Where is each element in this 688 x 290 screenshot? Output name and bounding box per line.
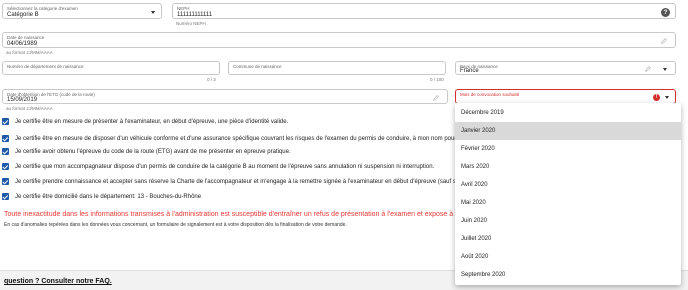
- caret-down-icon[interactable]: [663, 67, 667, 71]
- month-option[interactable]: Avril 2020: [455, 176, 681, 194]
- month-option[interactable]: Mars 2020: [455, 158, 681, 176]
- exam-category-label: Sélectionnez la catégorie d'examen: [7, 6, 78, 11]
- month-option[interactable]: Septembre 2020: [455, 266, 681, 284]
- caret-down-icon[interactable]: [151, 11, 155, 14]
- birth-place-select[interactable]: Pays de naissance France: [455, 61, 676, 75]
- checkbox[interactable]: [2, 148, 9, 155]
- birth-department-label: Numéro de département de naissance: [7, 64, 84, 69]
- birth-date-field[interactable]: Date de naissance 04/06/1989: [2, 32, 676, 48]
- certification-text: Je certifie être en mesure de disposer d…: [15, 135, 477, 142]
- month-option[interactable]: Juillet 2020: [455, 230, 681, 248]
- month-option[interactable]: Janvier 2020: [455, 122, 681, 140]
- checkbox[interactable]: [2, 135, 9, 142]
- neph-helper: Numéro NEPH: [176, 21, 206, 26]
- exam-category-select[interactable]: Sélectionnez la catégorie d'examen Catég…: [2, 3, 162, 19]
- exam-category-value: Catégorie B: [7, 12, 39, 18]
- neph-label: NEPH: [177, 6, 190, 11]
- error-icon: !: [653, 93, 660, 101]
- birth-department-field[interactable]: Numéro de département de naissance: [2, 61, 220, 75]
- month-option[interactable]: Février 2020: [455, 140, 681, 158]
- help-icon[interactable]: ?: [661, 7, 670, 17]
- convocation-month-label: Mois de convocation souhaité: [460, 92, 520, 97]
- pencil-icon: [645, 66, 651, 72]
- certification-row[interactable]: Je certifie être en mesure de présenter …: [2, 117, 288, 126]
- birth-commune-counter: 0 / 100: [430, 77, 444, 82]
- convocation-month-select[interactable]: Mois de convocation souhaité !: [455, 89, 676, 104]
- certification-row[interactable]: Je certifie que mon accompagnateur dispo…: [2, 162, 434, 171]
- birth-commune-field[interactable]: Commune de naissance: [228, 61, 446, 75]
- month-option[interactable]: Août 2020: [455, 248, 681, 266]
- birth-date-value: 04/06/1989: [7, 41, 38, 47]
- certification-row[interactable]: Je certifie prendre connaissance et acce…: [2, 177, 482, 186]
- birth-commune-label: Commune de naissance: [233, 64, 282, 69]
- certification-text: Je certifie prendre connaissance et acce…: [15, 178, 483, 185]
- birth-department-counter: 0 / 3: [207, 77, 216, 82]
- certification-text: Je certifie être en mesure de présenter …: [15, 118, 289, 125]
- pencil-icon: [661, 38, 667, 44]
- certification-text: Je certifie être domicilié dans le dépar…: [15, 193, 202, 200]
- certification-row[interactable]: Je certifie être en mesure de disposer d…: [2, 134, 476, 143]
- etg-date-field[interactable]: Date d'obtention de l'ETG (code de la ro…: [2, 89, 448, 104]
- anomaly-note: En cas d'anomalies repérées dans les don…: [4, 222, 347, 228]
- convocation-month-menu: Décembre 2019 Janvier 2020 Février 2020 …: [455, 103, 681, 285]
- month-option[interactable]: Mai 2020: [455, 194, 681, 212]
- month-option[interactable]: Décembre 2019: [455, 104, 681, 122]
- certification-text: Je certifie que mon accompagnateur dispo…: [15, 163, 435, 170]
- pencil-icon: [433, 94, 439, 101]
- etg-date-helper: au format JJ/MM/AAAA: [6, 106, 53, 111]
- birth-place-value: France: [460, 68, 479, 74]
- certification-text: Je certifie avoir obtenu l'épreuve du co…: [15, 148, 291, 155]
- warning-text: Toute inexactitude dans les informations…: [4, 211, 491, 218]
- checkbox[interactable]: [2, 193, 9, 200]
- caret-down-icon[interactable]: [665, 96, 669, 99]
- checkbox[interactable]: [2, 118, 9, 125]
- faq-link[interactable]: question ? Consulter notre FAQ.: [4, 278, 112, 285]
- checkbox[interactable]: [2, 163, 9, 170]
- certification-row[interactable]: Je certifie avoir obtenu l'épreuve du co…: [2, 147, 291, 156]
- birth-date-helper: au format JJ/MM/AAAA: [6, 50, 53, 55]
- etg-date-value: 15/09/2019: [7, 97, 38, 103]
- birth-date-label: Date de naissance: [7, 35, 45, 40]
- certification-row[interactable]: Je certifie être domicilié dans le dépar…: [2, 192, 201, 201]
- checkbox[interactable]: [2, 178, 9, 185]
- neph-value: 111111111111: [177, 12, 213, 18]
- neph-field[interactable]: NEPH 111111111111 ?: [172, 3, 676, 19]
- month-option[interactable]: Juin 2020: [455, 212, 681, 230]
